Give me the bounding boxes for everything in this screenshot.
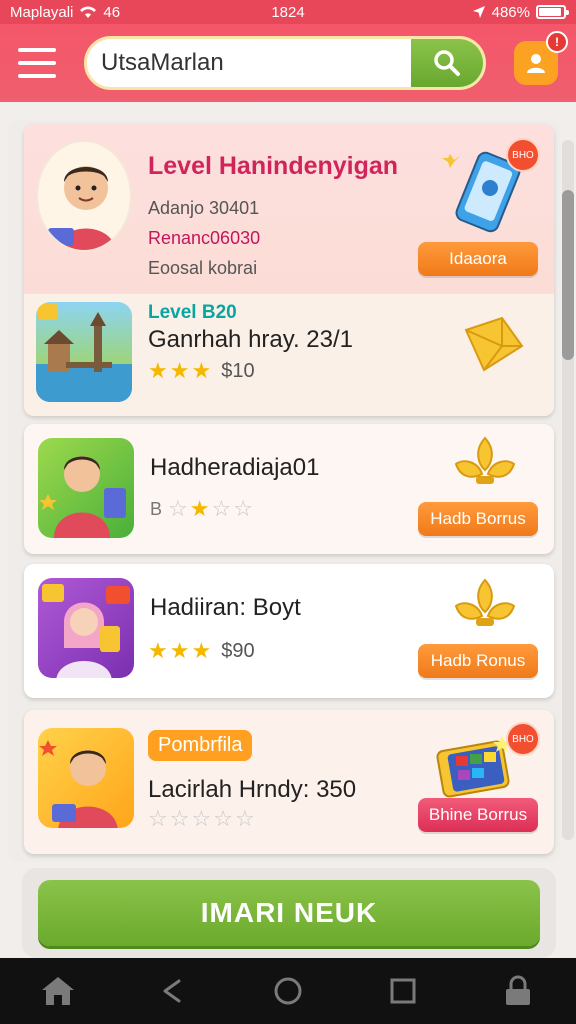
star-icon: ☆	[168, 496, 188, 521]
offer-card[interactable]: Hadheradiaja01 B ☆ ★ ☆ ☆ Hadb Borrus	[24, 424, 554, 554]
star-icon: ★	[169, 358, 190, 383]
star-icon: ☆	[234, 806, 255, 831]
card-title: Level Hanindenyigan	[148, 152, 399, 180]
offer-title: Hadheradiaja01	[150, 454, 320, 481]
character-avatar	[36, 140, 132, 252]
level-label: Level B20	[148, 302, 237, 323]
price-label: $90	[221, 639, 255, 662]
circle-home-icon	[274, 977, 302, 1005]
search-button[interactable]	[411, 39, 483, 87]
rating-stars: ☆ ☆ ☆ ☆ ☆	[148, 806, 255, 832]
featured-card-top: Level Hanindenyigan Adanjo 30401 Renanc0…	[24, 124, 554, 294]
gold-fleur-icon	[454, 436, 516, 484]
level-title: Ganrhah hray. 23/1	[148, 326, 354, 353]
rating-stars: B ☆ ★ ☆ ☆	[150, 496, 253, 522]
back-icon	[163, 979, 181, 1003]
notification-badge: !	[546, 31, 568, 53]
search-bar	[84, 36, 486, 90]
location-icon	[472, 6, 485, 18]
bottom-action-area: IMARI NEUK	[22, 868, 556, 958]
app-bar: !	[0, 24, 576, 102]
star-icon: ★	[148, 638, 168, 663]
star-icon: ☆	[211, 496, 232, 521]
bonus-button[interactable]: Hadb Borrus	[418, 502, 538, 536]
home-icon	[41, 977, 74, 1005]
star-icon: ☆	[233, 496, 253, 521]
scrollbar-thumb[interactable]	[562, 190, 574, 360]
status-bar: Maplayali 46 1824 486%	[0, 0, 576, 24]
featured-card[interactable]: Level Hanindenyigan Adanjo 30401 Renanc0…	[24, 124, 554, 416]
level-thumbnail	[36, 302, 132, 402]
rating-stars: ★ ★ ★ $90	[148, 638, 255, 664]
price-label: $10	[221, 359, 255, 382]
recents-button[interactable]	[373, 961, 433, 1021]
landscape-icon	[36, 304, 132, 402]
primary-action-button[interactable]: IMARI NEUK	[38, 880, 540, 946]
bonus-button[interactable]: Bhine Borrus	[418, 798, 538, 832]
square-icon	[390, 978, 416, 1004]
star-icon: ☆	[169, 806, 190, 831]
man-avatar-icon	[39, 740, 118, 828]
level-row[interactable]: Level B20 Ganrhah hray. 23/1 ★ ★ ★ $10	[24, 294, 554, 416]
star-icon: ★	[169, 638, 190, 663]
user-icon	[527, 54, 545, 73]
lock-icon	[506, 975, 531, 1005]
offer-thumbnail	[38, 438, 134, 538]
ticket-icon: B	[150, 498, 163, 519]
offer-thumbnail	[38, 578, 134, 678]
card-line-1: Adanjo 30401	[148, 198, 260, 218]
offer-title: Lacirlah Hrndy: 350	[148, 776, 357, 803]
battery-percent: 486%	[491, 3, 530, 21]
bonus-button[interactable]: Hadb Ronus	[418, 644, 538, 678]
search-input[interactable]	[87, 39, 411, 87]
star-icon: ☆	[148, 806, 168, 831]
offer-thumbnail	[38, 728, 134, 828]
offer-badge: BHO	[506, 138, 540, 172]
overview-button[interactable]	[258, 961, 318, 1021]
offer-badge: BHO	[506, 722, 540, 756]
star-icon: ☆	[213, 806, 233, 831]
system-nav-bar	[0, 958, 576, 1024]
gold-gem-icon	[464, 316, 524, 372]
star-icon: ☆	[191, 806, 212, 831]
offer-title: Hadiiran: Boyt	[150, 594, 301, 621]
star-icon: ★	[189, 496, 210, 521]
gold-fleur-icon	[454, 578, 516, 626]
battery-icon	[536, 5, 569, 19]
man-avatar-icon	[39, 456, 126, 538]
profile-button[interactable]: !	[514, 31, 568, 85]
promo-chip: Pombrfila	[148, 730, 253, 761]
lock-button[interactable]	[488, 961, 548, 1021]
star-icon: ★	[191, 638, 212, 663]
card-line-2: Renanc06030	[148, 228, 261, 248]
offer-card[interactable]: Pombrfila Lacirlah Hrndy: 350 ☆ ☆ ☆ ☆ ☆ …	[24, 710, 554, 854]
carrier-label: Maplayali	[10, 3, 74, 21]
claim-button[interactable]: Idaaora	[418, 242, 538, 276]
search-icon	[434, 50, 460, 76]
home-button[interactable]	[28, 961, 88, 1021]
menu-icon[interactable]	[18, 48, 56, 78]
star-icon: ★	[148, 358, 168, 383]
network-label: 46	[103, 3, 121, 21]
card-line-3: Eoosal kobrai	[148, 258, 258, 278]
man-avatar-icon	[48, 166, 116, 250]
woman-avatar-icon	[42, 584, 130, 678]
offer-card[interactable]: Hadiiran: Boyt ★ ★ ★ $90 Hadb Ronus	[24, 564, 554, 698]
star-icon: ★	[191, 358, 212, 383]
rating-stars: ★ ★ ★ $10	[148, 358, 255, 384]
wifi-icon	[80, 6, 97, 18]
clock: 1824	[271, 3, 305, 21]
back-button[interactable]	[143, 961, 203, 1021]
